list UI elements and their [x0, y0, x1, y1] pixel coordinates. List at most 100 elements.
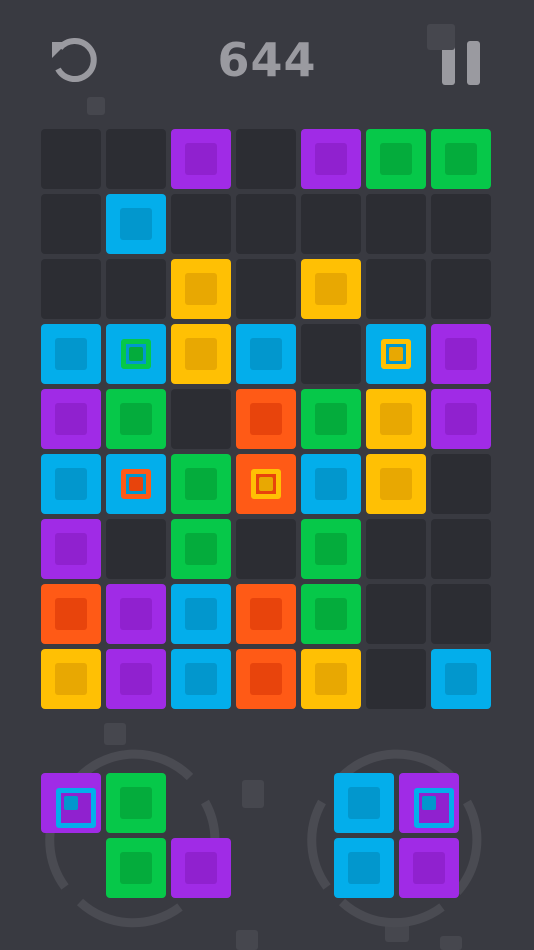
- blue-tile: [41, 324, 101, 384]
- tile-inner: [315, 273, 347, 305]
- blue-tile: [41, 454, 101, 514]
- yellow-tile: [366, 389, 426, 449]
- tile-inner: [120, 208, 152, 240]
- yellow-gem-icon: [381, 339, 411, 369]
- empty-cell: [366, 194, 426, 254]
- piece-right-blue-tile: [334, 838, 394, 898]
- orange-tile: [236, 649, 296, 709]
- empty-cell: [236, 259, 296, 319]
- tile-inner: [55, 533, 87, 565]
- gem-core: [389, 347, 403, 361]
- purple-tile: [431, 324, 491, 384]
- tile-inner: [55, 598, 87, 630]
- empty-cell: [301, 324, 361, 384]
- blue-tile: [366, 324, 426, 384]
- yellow-tile: [366, 454, 426, 514]
- green-tile: [171, 519, 231, 579]
- yellow-tile: [301, 649, 361, 709]
- green-tile: [301, 584, 361, 644]
- tile-inner: [55, 403, 87, 435]
- green-tile: [301, 519, 361, 579]
- tile-inner: [315, 403, 347, 435]
- piece-left-green-tile: [106, 838, 166, 898]
- empty-cell: [106, 519, 166, 579]
- purple-tile: [171, 129, 231, 189]
- empty-cell: [366, 259, 426, 319]
- piece-right-purple-tile: [399, 773, 459, 833]
- blue-tile: [106, 324, 166, 384]
- orange-tile: [236, 454, 296, 514]
- empty-cell: [301, 194, 361, 254]
- tile-inner: [250, 598, 282, 630]
- tile-inner: [120, 598, 152, 630]
- blue-gem-icon: [56, 788, 96, 828]
- purple-tile: [41, 389, 101, 449]
- piece-tray-left[interactable]: [40, 742, 231, 932]
- tile-inner: [348, 787, 380, 819]
- green-tile: [301, 389, 361, 449]
- blue-tile: [106, 454, 166, 514]
- tile-inner: [185, 338, 217, 370]
- empty-cell: [106, 259, 166, 319]
- tile-inner: [380, 403, 412, 435]
- game-board[interactable]: [41, 129, 493, 710]
- yellow-tile: [301, 259, 361, 319]
- tile-inner: [315, 468, 347, 500]
- decor-square: [87, 97, 105, 115]
- empty-cell: [431, 519, 491, 579]
- tile-inner: [250, 663, 282, 695]
- blue-gem-icon: [414, 788, 454, 828]
- yellow-tile: [171, 324, 231, 384]
- tile-inner: [185, 468, 217, 500]
- tile-inner: [315, 533, 347, 565]
- piece-left-purple-tile: [41, 773, 101, 833]
- rotate-ring-icon: [307, 749, 482, 928]
- empty-cell: [41, 194, 101, 254]
- gem-core: [129, 477, 143, 491]
- empty-cell: [431, 584, 491, 644]
- gem-core: [64, 796, 78, 810]
- yellow-gem-icon: [251, 469, 281, 499]
- top-bar: 644: [0, 0, 534, 125]
- empty-cell: [41, 129, 101, 189]
- green-tile: [366, 129, 426, 189]
- tile-inner: [185, 273, 217, 305]
- empty-cell: [431, 194, 491, 254]
- blue-tile: [171, 584, 231, 644]
- gem-core: [259, 477, 273, 491]
- empty-cell: [236, 194, 296, 254]
- empty-cell: [366, 649, 426, 709]
- piece-left-green-tile: [106, 773, 166, 833]
- yellow-tile: [171, 259, 231, 319]
- tile-inner: [185, 143, 217, 175]
- tile-inner: [315, 143, 347, 175]
- empty-cell: [431, 259, 491, 319]
- tile-inner: [120, 403, 152, 435]
- blue-tile: [236, 324, 296, 384]
- score-counter: 644: [217, 33, 317, 87]
- tile-inner: [413, 852, 445, 884]
- tile-inner: [445, 143, 477, 175]
- purple-tile: [301, 129, 361, 189]
- purple-tile: [106, 649, 166, 709]
- purple-tile: [41, 519, 101, 579]
- green-gem-icon: [121, 339, 151, 369]
- piece-right-blue-tile: [334, 773, 394, 833]
- tile-inner: [380, 468, 412, 500]
- piece-tray-right[interactable]: [302, 742, 492, 932]
- tile-inner: [185, 852, 217, 884]
- tile-inner: [250, 338, 282, 370]
- blue-tile: [431, 649, 491, 709]
- restart-icon[interactable]: [48, 36, 100, 88]
- tile-inner: [120, 852, 152, 884]
- empty-cell: [236, 129, 296, 189]
- tile-inner: [120, 663, 152, 695]
- tile-inner: [185, 663, 217, 695]
- gem-core: [422, 796, 436, 810]
- empty-cell: [431, 454, 491, 514]
- empty-cell: [366, 519, 426, 579]
- blue-tile: [301, 454, 361, 514]
- piece-right-purple-tile: [399, 838, 459, 898]
- empty-cell: [171, 194, 231, 254]
- orange-tile: [41, 584, 101, 644]
